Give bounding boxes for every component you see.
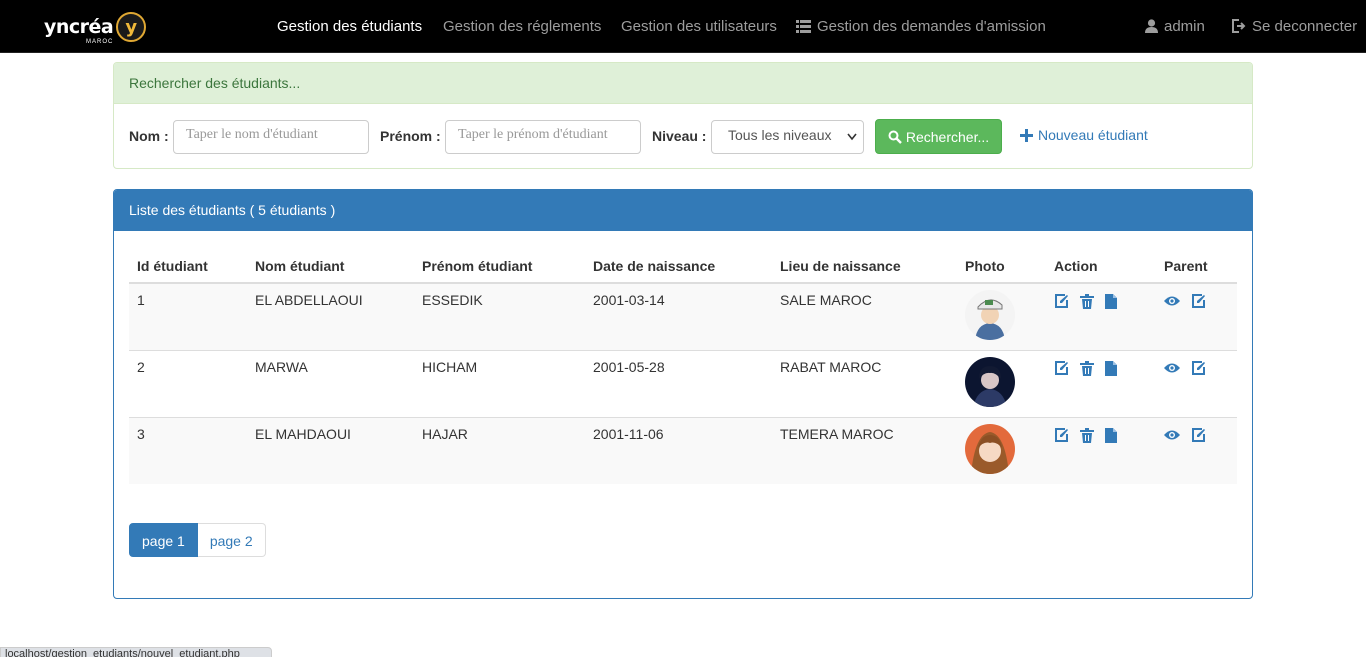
cell-photo (957, 416, 1046, 484)
logout-icon (1232, 19, 1246, 33)
nav-user-admin[interactable]: admin (1145, 0, 1205, 53)
user-icon (1145, 19, 1158, 33)
students-table: Id étudiant Nom étudiant Prénom étudiant… (129, 249, 1237, 484)
status-bar-url: localhost/gestion_etudiants/nouvel_etudi… (0, 647, 272, 657)
eye-icon[interactable] (1164, 361, 1180, 375)
nav-gestion-reglements[interactable]: Gestion des réglements (443, 0, 601, 53)
column-header: Action (1046, 249, 1156, 284)
cell-nom: EL ABDELLAOUI (247, 283, 414, 350)
brand-logo[interactable]: yncréa MAROC y (44, 10, 147, 45)
edit-icon[interactable] (1191, 294, 1206, 309)
nom-input[interactable]: Taper le nom d'étudiant (173, 120, 369, 154)
nav-gestion-etudiants[interactable]: Gestion des étudiants (277, 0, 422, 53)
table-header-row: Id étudiant Nom étudiant Prénom étudiant… (129, 249, 1237, 284)
search-icon (888, 130, 902, 144)
niveau-select-value: Tous les niveaux (728, 127, 832, 143)
edit-icon[interactable] (1054, 427, 1069, 443)
list-icon (796, 20, 811, 33)
trash-icon[interactable] (1080, 294, 1094, 309)
column-header: Date de naissance (585, 249, 772, 284)
edit-icon[interactable] (1191, 360, 1206, 376)
cell-lieu: SALE MAROC (772, 283, 957, 350)
plus-icon (1020, 128, 1033, 142)
brand-emblem-icon: y (116, 12, 147, 42)
cell-prenom: ESSEDIK (414, 283, 585, 350)
column-header: Prénom étudiant (414, 249, 585, 284)
table-row: 1 EL ABDELLAOUI ESSEDIK 2001-03-14 SALE … (129, 283, 1237, 350)
student-avatar[interactable] (965, 290, 1015, 340)
document-icon[interactable] (1105, 294, 1117, 309)
nav-logout[interactable]: Se deconnecter (1231, 0, 1357, 53)
search-panel-heading: Rechercher des étudiants... (114, 63, 1252, 104)
edit-icon[interactable] (1191, 427, 1206, 443)
cell-id: 3 (129, 416, 247, 484)
table-row: 2 MARWA HICHAM 2001-05-28 RABAT MAROC (129, 349, 1237, 417)
column-header: Photo (957, 249, 1046, 284)
cell-nom: EL MAHDAOUI (247, 416, 414, 484)
cell-date: 2001-03-14 (585, 283, 772, 350)
document-icon[interactable] (1105, 360, 1117, 376)
brand-subtitle: MAROC (86, 39, 114, 45)
cell-date: 2001-11-06 (585, 416, 772, 484)
eye-icon[interactable] (1164, 294, 1180, 308)
document-icon[interactable] (1105, 427, 1117, 443)
page-2-button[interactable]: page 2 (197, 523, 266, 557)
column-header: Lieu de naissance (772, 249, 957, 284)
column-header: Nom étudiant (247, 249, 414, 284)
pagination: page 1 page 2 (129, 523, 266, 557)
search-panel: Rechercher des étudiants... Nom : Taper … (113, 62, 1253, 169)
column-header: Parent (1156, 249, 1237, 284)
page-1-button[interactable]: page 1 (129, 523, 198, 557)
cell-nom: MARWA (247, 349, 414, 417)
prenom-input[interactable]: Taper le prénom d'étudiant (445, 120, 641, 154)
cell-photo (957, 283, 1046, 350)
cell-date: 2001-05-28 (585, 349, 772, 417)
cell-actions (1046, 349, 1156, 417)
cell-lieu: TEMERA MAROC (772, 416, 957, 484)
niveau-label: Niveau : (652, 128, 707, 144)
cell-prenom: HAJAR (414, 416, 585, 484)
cell-parent (1156, 283, 1237, 350)
nom-label: Nom : (129, 128, 169, 144)
search-button[interactable]: Rechercher... (875, 119, 1002, 154)
brand-name: yncréa (44, 16, 114, 38)
cell-actions (1046, 416, 1156, 484)
top-navbar: yncréa MAROC y Gestion des étudiants Ges… (0, 0, 1366, 53)
cell-photo (957, 349, 1046, 417)
student-list-panel: Liste des étudiants ( 5 étudiants ) Id é… (113, 189, 1253, 599)
prenom-label: Prénom : (380, 128, 441, 144)
cell-id: 1 (129, 283, 247, 350)
niveau-select[interactable]: Tous les niveaux (711, 120, 864, 154)
column-header: Id étudiant (129, 249, 247, 284)
nav-gestion-demandes[interactable]: Gestion des demandes d'amission (796, 0, 1046, 53)
student-avatar[interactable] (965, 356, 1015, 407)
chevron-down-icon (847, 133, 857, 141)
cell-lieu: RABAT MAROC (772, 349, 957, 417)
new-student-link[interactable]: Nouveau étudiant (1020, 127, 1148, 143)
edit-icon[interactable] (1054, 294, 1069, 309)
eye-icon[interactable] (1164, 428, 1180, 442)
student-list-heading: Liste des étudiants ( 5 étudiants ) (114, 190, 1252, 231)
student-avatar[interactable] (965, 423, 1015, 474)
cell-id: 2 (129, 349, 247, 417)
cell-parent (1156, 349, 1237, 417)
cell-actions (1046, 283, 1156, 350)
edit-icon[interactable] (1054, 360, 1069, 376)
nav-gestion-utilisateurs[interactable]: Gestion des utilisateurs (621, 0, 777, 53)
cell-prenom: HICHAM (414, 349, 585, 417)
trash-icon[interactable] (1080, 360, 1094, 376)
table-row: 3 EL MAHDAOUI HAJAR 2001-11-06 TEMERA MA… (129, 416, 1237, 484)
trash-icon[interactable] (1080, 427, 1094, 443)
cell-parent (1156, 416, 1237, 484)
